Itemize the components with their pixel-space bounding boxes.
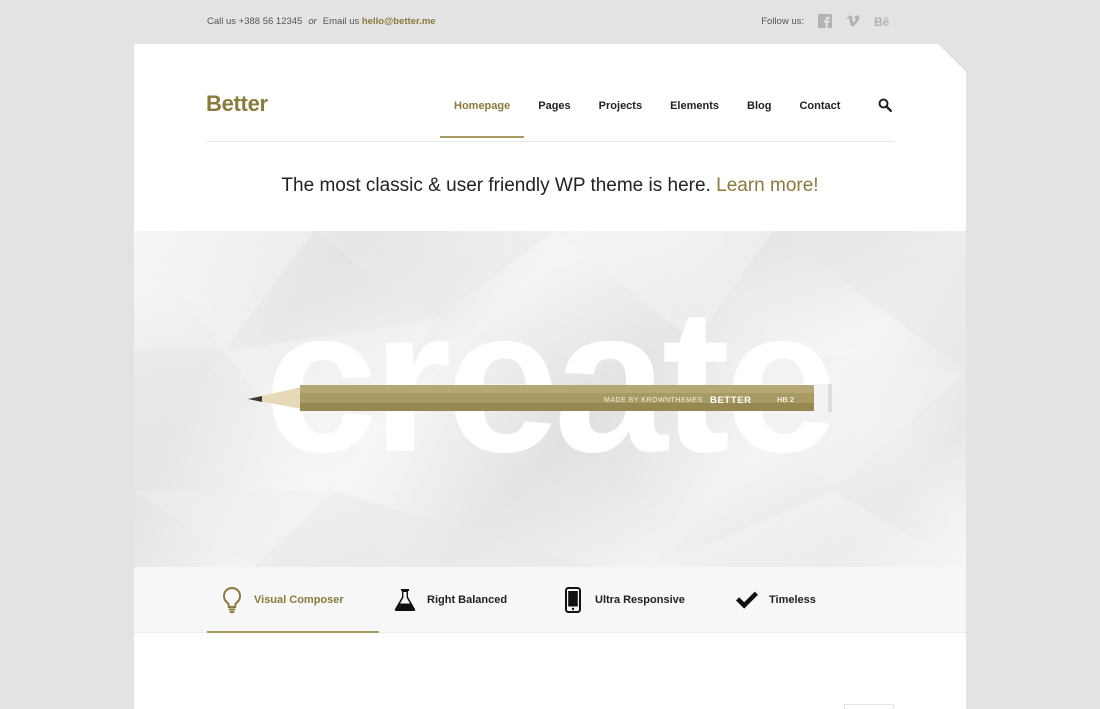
pencil-image: MADE BY KROWNTHEMES BETTER HB 2 [248, 384, 832, 412]
nav-item-contact[interactable]: Contact [785, 90, 854, 138]
nav-item-blog[interactable]: Blog [733, 90, 785, 138]
smartphone-icon [561, 586, 585, 614]
email-link[interactable]: hello@better.me [362, 16, 436, 27]
content-edge [844, 704, 894, 709]
hero-banner: create MADE BY KROWNTHEMES BETTER HB 2 [134, 231, 966, 567]
nav-item-projects[interactable]: Projects [585, 90, 656, 138]
feature-label: Timeless [769, 594, 816, 606]
main-nav: Homepage Pages Projects Elements Blog Co… [440, 90, 854, 138]
nav-item-pages[interactable]: Pages [524, 90, 584, 138]
feature-label: Visual Composer [254, 594, 344, 606]
social-links: Follow us: Bē [761, 14, 892, 29]
tagline-text: The most classic & user friendly WP them… [281, 175, 711, 196]
pencil-grade-text: HB 2 [777, 395, 794, 404]
corner-fold [938, 44, 966, 72]
vimeo-icon[interactable] [846, 14, 860, 28]
contact-info: Call us +388 56 12345 or Email us hello@be… [207, 16, 436, 27]
follow-label: Follow us: [761, 15, 804, 27]
phone-text: Call us +388 56 12345 [207, 16, 303, 27]
page-container: Better Homepage Pages Projects Elements … [134, 44, 966, 709]
svg-text:Bē: Bē [874, 15, 890, 28]
feature-timeless[interactable]: Timeless [735, 567, 816, 633]
behance-icon[interactable]: Bē [874, 14, 892, 29]
lightbulb-icon [220, 586, 244, 614]
nav-item-elements[interactable]: Elements [656, 90, 733, 138]
active-feature-indicator [207, 631, 379, 633]
search-icon[interactable] [878, 98, 893, 113]
facebook-icon[interactable] [818, 14, 832, 28]
feature-label: Ultra Responsive [595, 594, 685, 606]
or-text: or [308, 16, 317, 27]
learn-more-link[interactable]: Learn more! [716, 175, 818, 196]
hero-word: create [264, 266, 832, 495]
feature-label: Right Balanced [427, 594, 508, 606]
feature-visual-composer[interactable]: Visual Composer [220, 567, 344, 633]
pencil-brand-text: BETTER [710, 395, 752, 406]
feature-right-balanced[interactable]: Right Balanced [393, 567, 507, 633]
site-logo[interactable]: Better [206, 91, 268, 117]
tagline: The most classic & user friendly WP them… [134, 175, 966, 197]
checkmark-icon [735, 586, 759, 614]
feature-ultra-responsive[interactable]: Ultra Responsive [561, 567, 685, 633]
nav-item-homepage[interactable]: Homepage [440, 90, 525, 138]
hero-graphic: create MADE BY KROWNTHEMES BETTER HB 2 [134, 231, 966, 567]
features-bar: Visual Composer Right Balanced Ultra Res… [134, 567, 966, 633]
email-prefix: Email us [322, 16, 360, 27]
header-divider [206, 141, 894, 142]
flask-icon [393, 586, 417, 614]
pencil-maker-text: MADE BY KROWNTHEMES [604, 397, 703, 404]
top-bar: Call us +388 56 12345 or Email us hello@be… [0, 0, 1100, 44]
